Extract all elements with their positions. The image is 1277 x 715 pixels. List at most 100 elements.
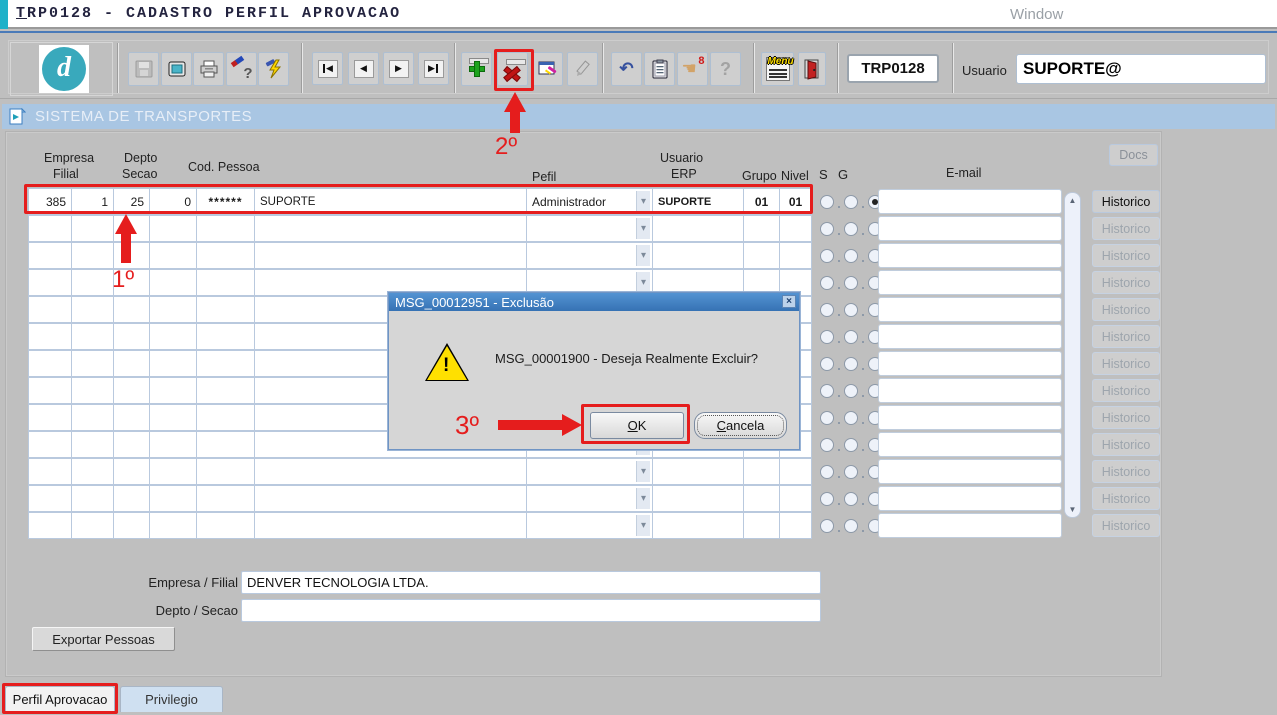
cancel-button[interactable]: Cancela [694, 412, 787, 439]
historico-button[interactable]: Historico [1092, 487, 1160, 510]
radio-s[interactable] [820, 519, 834, 533]
help-button[interactable] [710, 52, 741, 86]
cell-cod-pessoa[interactable] [196, 296, 255, 323]
cell-pessoa[interactable] [254, 215, 527, 242]
usuario-field[interactable]: SUPORTE@ [1016, 54, 1266, 84]
cell-depto[interactable] [113, 512, 150, 539]
nav-last-button[interactable] [418, 52, 449, 85]
radio-s[interactable] [820, 330, 834, 344]
cell-nivel[interactable] [779, 512, 812, 539]
historico-button[interactable]: Historico [1092, 271, 1160, 294]
cell-filial[interactable] [71, 323, 114, 350]
chevron-down-icon[interactable] [636, 218, 650, 239]
radio-middle[interactable] [844, 195, 858, 209]
chevron-down-icon[interactable] [636, 272, 650, 293]
cell-grupo[interactable] [743, 458, 780, 485]
radio-middle[interactable] [844, 330, 858, 344]
cell-secao[interactable] [149, 350, 197, 377]
process-button[interactable] [258, 52, 289, 86]
cell-nivel[interactable] [779, 485, 812, 512]
cell-secao[interactable] [149, 404, 197, 431]
radio-middle[interactable] [844, 249, 858, 263]
cell-cod-pessoa[interactable] [196, 404, 255, 431]
verify-help-button[interactable] [226, 52, 257, 86]
email-input[interactable] [878, 216, 1062, 241]
pefil-dropdown[interactable] [526, 215, 653, 242]
exportar-pessoas-button[interactable]: Exportar Pessoas [32, 627, 175, 651]
historico-button[interactable]: Historico [1092, 406, 1160, 429]
historico-button[interactable]: Historico [1092, 379, 1160, 402]
query-button[interactable] [532, 52, 563, 86]
tab-privilegio[interactable]: Privilegio [120, 686, 223, 712]
cell-nivel[interactable] [779, 242, 812, 269]
cell-depto[interactable] [113, 404, 150, 431]
add-record-button[interactable] [461, 52, 492, 86]
email-input[interactable] [878, 324, 1062, 349]
cell-usuario-erp[interactable] [652, 458, 744, 485]
cell-pessoa[interactable] [254, 485, 527, 512]
radio-middle[interactable] [844, 438, 858, 452]
clipboard-button[interactable] [644, 52, 675, 86]
print-button[interactable] [193, 52, 224, 86]
cell-cod-pessoa[interactable] [196, 269, 255, 296]
cell-cod-pessoa[interactable] [196, 377, 255, 404]
radio-s[interactable] [820, 384, 834, 398]
historico-button[interactable]: Historico [1092, 325, 1160, 348]
chevron-down-icon[interactable] [636, 515, 650, 536]
cell-empresa[interactable] [28, 350, 72, 377]
radio-middle[interactable] [844, 303, 858, 317]
email-input[interactable] [878, 459, 1062, 484]
cell-filial[interactable] [71, 242, 114, 269]
email-input[interactable] [878, 270, 1062, 295]
historico-button[interactable]: Historico [1092, 514, 1160, 537]
screen-button[interactable] [161, 52, 192, 86]
email-input[interactable] [878, 243, 1062, 268]
radio-middle[interactable] [844, 465, 858, 479]
radio-s[interactable] [820, 249, 834, 263]
radio-middle[interactable] [844, 222, 858, 236]
docs-button[interactable]: Docs [1109, 144, 1158, 166]
cell-grupo[interactable] [743, 242, 780, 269]
cell-empresa[interactable] [28, 431, 72, 458]
radio-middle[interactable] [844, 519, 858, 533]
cell-secao[interactable] [149, 323, 197, 350]
cell-pessoa[interactable] [254, 458, 527, 485]
cell-cod-pessoa[interactable] [196, 458, 255, 485]
cell-secao[interactable] [149, 269, 197, 296]
historico-button[interactable]: Historico [1092, 352, 1160, 375]
cell-cod-pessoa[interactable] [196, 512, 255, 539]
cell-filial[interactable] [71, 215, 114, 242]
email-input[interactable] [878, 486, 1062, 511]
radio-s[interactable] [820, 411, 834, 425]
cell-pessoa[interactable] [254, 512, 527, 539]
close-icon[interactable] [782, 295, 796, 308]
cell-depto[interactable] [113, 323, 150, 350]
menu-window[interactable]: Window [1010, 6, 1063, 23]
radio-middle[interactable] [844, 411, 858, 425]
cell-filial[interactable] [71, 350, 114, 377]
cell-empresa[interactable] [28, 323, 72, 350]
cell-empresa[interactable] [28, 215, 72, 242]
cell-grupo[interactable] [743, 512, 780, 539]
cell-empresa[interactable] [28, 512, 72, 539]
cell-empresa[interactable] [28, 296, 72, 323]
pefil-dropdown[interactable] [526, 512, 653, 539]
cell-pessoa[interactable] [254, 242, 527, 269]
cell-filial[interactable] [71, 404, 114, 431]
historico-button[interactable]: Historico [1092, 460, 1160, 483]
cell-filial[interactable] [71, 512, 114, 539]
cell-depto[interactable] [113, 377, 150, 404]
cell-empresa[interactable] [28, 404, 72, 431]
exit-button[interactable] [798, 52, 826, 86]
radio-s[interactable] [820, 222, 834, 236]
historico-button[interactable]: Historico [1092, 298, 1160, 321]
radio-s[interactable] [820, 492, 834, 506]
chevron-down-icon[interactable] [636, 245, 650, 266]
cell-secao[interactable] [149, 485, 197, 512]
cell-filial[interactable] [71, 485, 114, 512]
dialog-title-bar[interactable]: MSG_00012951 - Exclusão [389, 293, 799, 311]
cell-cod-pessoa[interactable] [196, 215, 255, 242]
email-input[interactable] [878, 513, 1062, 538]
cell-secao[interactable] [149, 215, 197, 242]
cell-nivel[interactable] [779, 215, 812, 242]
